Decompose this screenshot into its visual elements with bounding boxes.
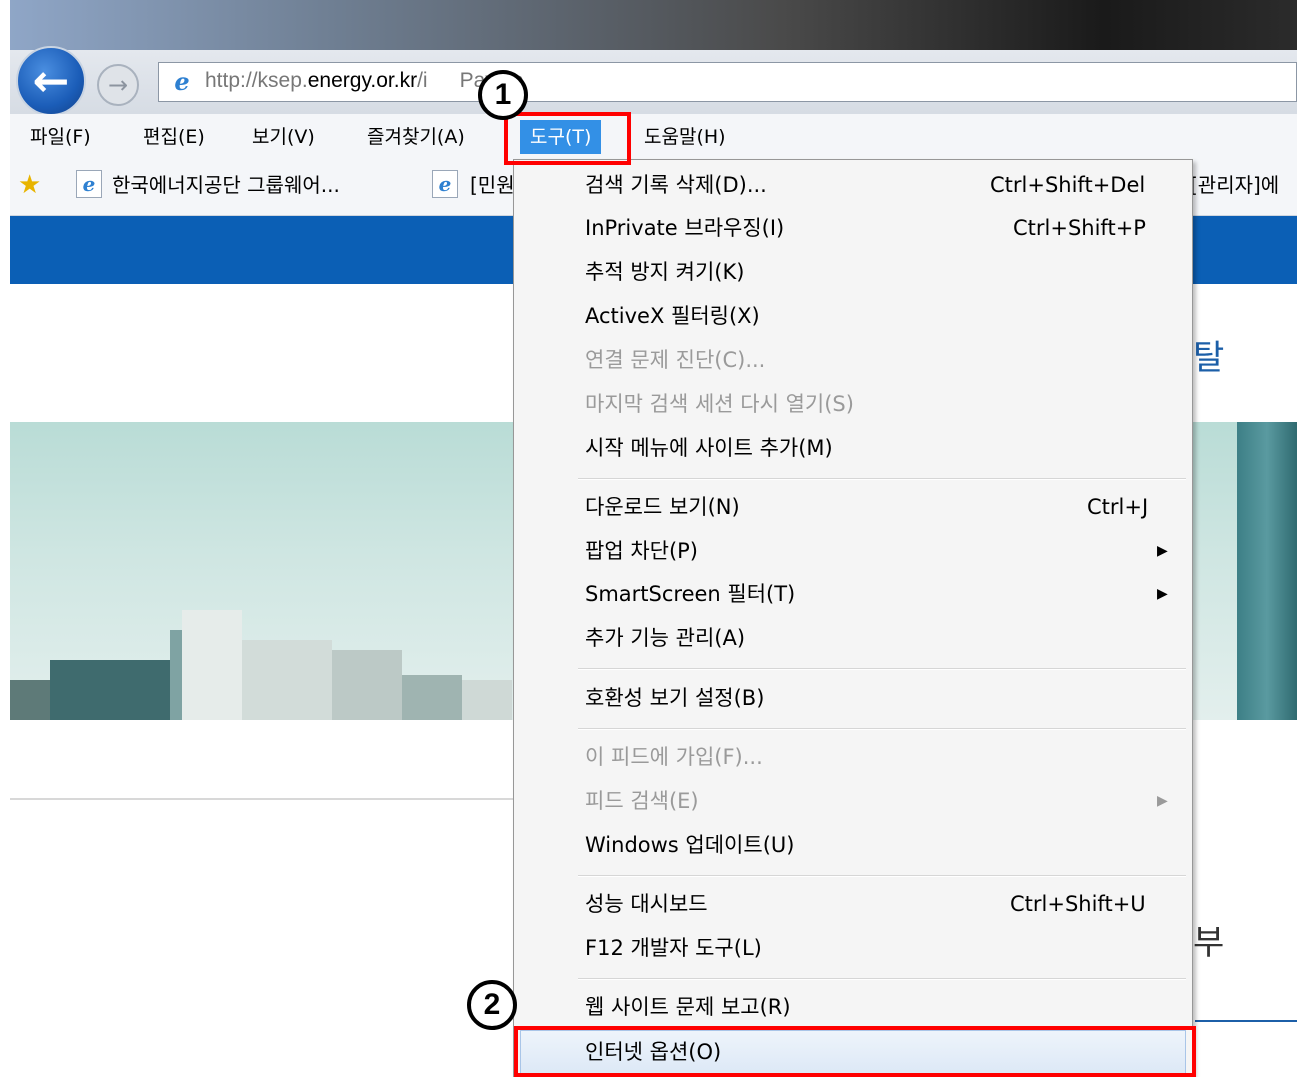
menu-manage-addons[interactable]: 추가 기능 관리(A)	[585, 623, 745, 653]
address-url[interactable]: http://ksep.energy.or.kr/iPay.do	[205, 69, 523, 93]
menu-tracking-protection[interactable]: 추적 방지 켜기(K)	[585, 257, 744, 287]
menu-delete-history[interactable]: 검색 기록 삭제(D)...	[585, 170, 767, 200]
favorite-link-admin[interactable]: [관리자]에	[1190, 170, 1279, 200]
favorite-link-groupware[interactable]: 한국에너지공단 그룹웨어...	[112, 170, 340, 200]
forward-button[interactable]: →	[97, 64, 139, 106]
address-bar[interactable]: e http://ksep.energy.or.kr/iPay.do	[158, 62, 1297, 102]
menu-file[interactable]: 파일(F)	[30, 120, 91, 154]
page-title-fragment: 탈	[1193, 338, 1225, 378]
menu-feed-discovery: 피드 검색(E)	[585, 789, 699, 813]
annotation-highlight-internet-options	[514, 1026, 1196, 1077]
menu-f12-developer-tools[interactable]: F12 개발자 도구(L)	[585, 933, 762, 963]
menu-add-site-start[interactable]: 시작 메뉴에 사이트 추가(M)	[585, 433, 833, 463]
submenu-arrow-icon: ▶	[1157, 793, 1168, 809]
menu-inprivate[interactable]: InPrivate 브라우징(I)	[585, 213, 784, 243]
internet-explorer-icon: e	[174, 67, 190, 96]
arrow-left-icon: ←	[32, 55, 70, 107]
menu-separator	[578, 728, 1186, 730]
content-divider	[10, 798, 515, 800]
menu-edit[interactable]: 편집(E)	[143, 120, 205, 154]
menu-help[interactable]: 도움말(H)	[644, 120, 726, 154]
menu-compatibility-view[interactable]: 호환성 보기 설정(B)	[585, 683, 764, 713]
back-button[interactable]: ←	[16, 46, 86, 116]
annotation-highlight-tools	[504, 112, 631, 165]
menu-separator	[578, 478, 1186, 480]
ie-page-icon: e	[76, 170, 102, 198]
submenu-arrow-icon: ▶	[1157, 586, 1168, 602]
menu-separator	[578, 668, 1186, 670]
menu-diagnose-connection: 연결 문제 진단(C)...	[585, 348, 766, 372]
favorites-star-icon[interactable]: ★	[18, 170, 41, 200]
menu-report-website-problems[interactable]: 웹 사이트 문제 보고(R)	[585, 992, 791, 1022]
menu-activex-filtering[interactable]: ActiveX 필터링(X)	[585, 301, 760, 331]
window-title-bar	[10, 0, 1297, 50]
menu-separator	[578, 978, 1186, 980]
shortcut-delete-history: Ctrl+Shift+Del	[990, 173, 1146, 197]
annotation-step-1: 1	[478, 70, 528, 120]
menu-view[interactable]: 보기(V)	[252, 120, 315, 154]
menu-performance-dashboard[interactable]: 성능 대시보드	[585, 889, 708, 919]
menu-favorites[interactable]: 즐겨찾기(A)	[367, 120, 465, 154]
menu-separator	[578, 875, 1186, 877]
menu-popup-blocker[interactable]: 팝업 차단(P)	[585, 536, 698, 566]
menu-smartscreen-filter[interactable]: SmartScreen 필터(T)	[585, 579, 795, 609]
menu-subscribe-feed: 이 피드에 가입(F)...	[585, 745, 763, 769]
menu-view-downloads[interactable]: 다운로드 보기(N)	[585, 492, 740, 522]
arrow-right-icon: →	[107, 71, 129, 99]
shortcut-view-downloads: Ctrl+J	[1087, 495, 1149, 519]
shortcut-inprivate: Ctrl+Shift+P	[1013, 216, 1146, 240]
menu-reopen-session: 마지막 검색 세션 다시 열기(S)	[585, 392, 854, 416]
section-underline	[1195, 1020, 1297, 1022]
annotation-step-2: 2	[467, 980, 517, 1030]
favorite-link-civil[interactable]: [민원	[470, 170, 515, 200]
submenu-arrow-icon: ▶	[1157, 543, 1168, 559]
section-title-fragment: 부	[1193, 923, 1225, 963]
menu-windows-update[interactable]: Windows 업데이트(U)	[585, 830, 794, 860]
shortcut-performance-dashboard: Ctrl+Shift+U	[1010, 892, 1146, 916]
ie-page-icon: e	[432, 170, 458, 198]
